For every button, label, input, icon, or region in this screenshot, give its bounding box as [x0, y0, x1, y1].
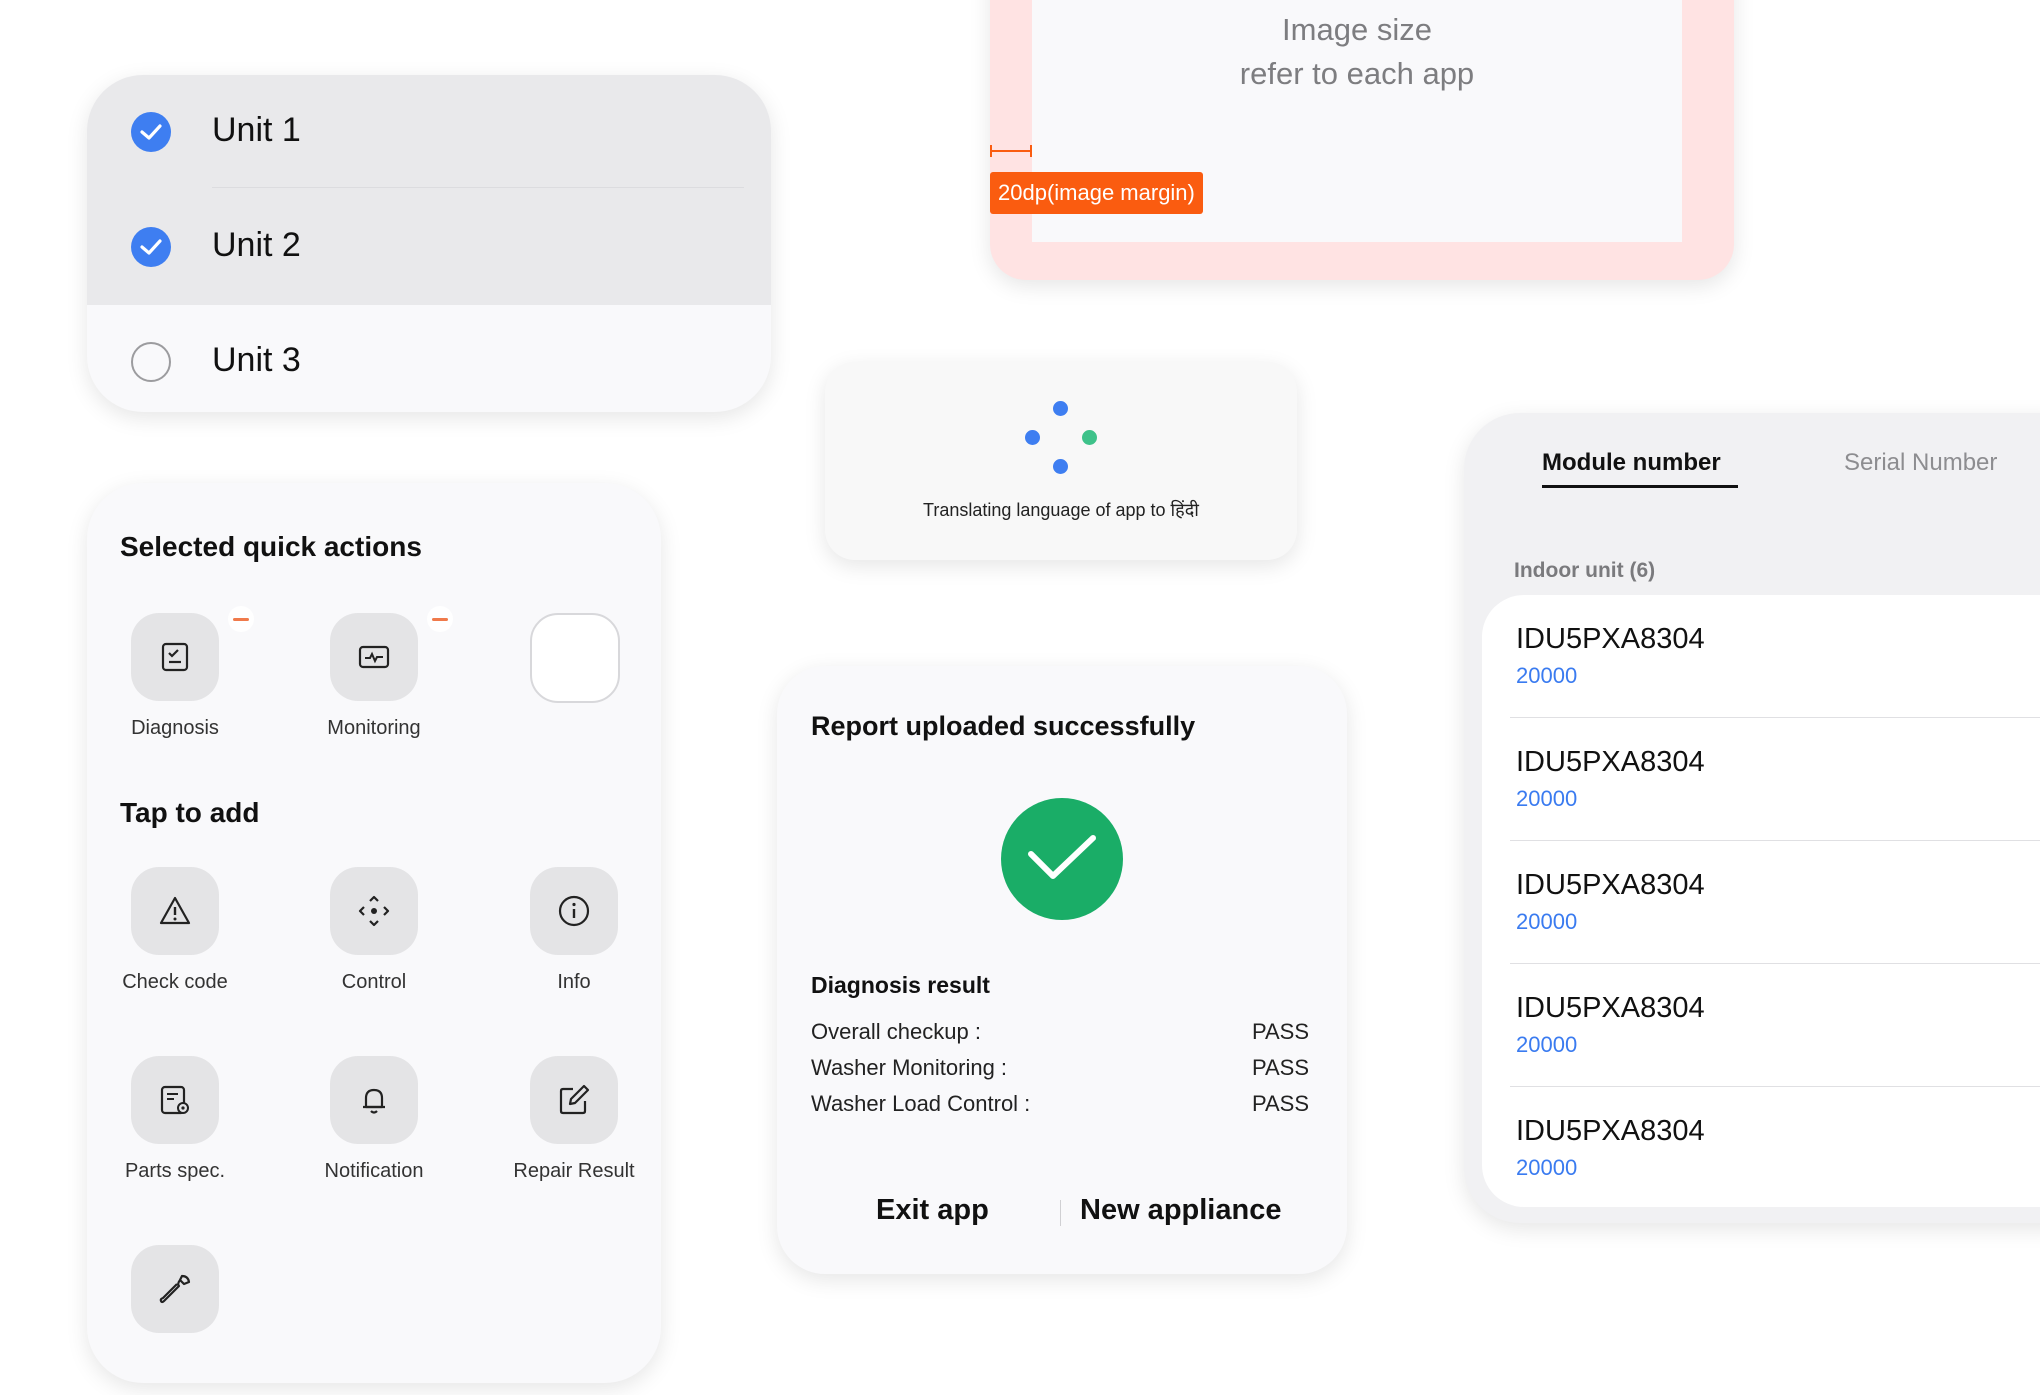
result-row: Overall checkup : PASS — [811, 1019, 1309, 1045]
diagnosis-result-title: Diagnosis result — [811, 972, 990, 998]
result-label: Washer Monitoring : — [811, 1055, 1008, 1080]
diagnosis-icon[interactable] — [131, 613, 219, 701]
remove-icon[interactable] — [228, 606, 254, 632]
loader-dot — [1053, 401, 1068, 416]
list-item[interactable]: IDU5PXA8304 20000 — [1482, 841, 2040, 964]
quick-action-check-code[interactable]: Check code — [88, 867, 268, 1017]
success-check-icon — [1001, 798, 1123, 920]
module-value: 20000 — [1516, 1032, 1578, 1057]
quick-action-control[interactable]: Control — [287, 867, 467, 1017]
empty-slot[interactable] — [530, 613, 620, 703]
unit-row-1[interactable]: Unit 1 — [87, 75, 771, 190]
module-name: IDU5PXA8304 — [1516, 1115, 1705, 1147]
module-list: IDU5PXA8304 20000 IDU5PXA8304 20000 IDU5… — [1482, 595, 2040, 1207]
remove-icon[interactable] — [427, 606, 453, 632]
list-item[interactable]: IDU5PXA8304 20000 — [1482, 964, 2040, 1087]
monitoring-icon[interactable] — [330, 613, 418, 701]
quick-action-monitoring[interactable]: Monitoring — [287, 606, 467, 763]
active-tab-indicator — [1542, 485, 1738, 488]
module-value: 20000 — [1516, 663, 1578, 688]
unit-row-3[interactable]: Unit 3 — [87, 305, 771, 412]
image-area-spec: Image size refer to each app 20dp(image … — [990, 0, 1734, 280]
image-size-line: refer to each app — [1239, 56, 1475, 91]
quick-action-label: Notification — [324, 1160, 424, 1182]
tap-to-add-heading: Tap to add — [120, 797, 260, 828]
report-dialog: Report uploaded successfully Diagnosis r… — [777, 666, 1347, 1274]
list-item[interactable]: IDU5PXA8304 20000 — [1482, 595, 2040, 718]
translating-message: Translating language of app to हिंदी — [923, 500, 1199, 520]
unit-selection-list: Unit 1 Unit 2 Unit 3 — [87, 75, 771, 412]
warning-icon[interactable] — [131, 867, 219, 955]
translating-dialog: Translating language of app to हिंदी — [825, 362, 1297, 560]
list-item[interactable]: IDU5PXA8304 20000 — [1482, 1087, 2040, 1210]
quick-actions-panel: Selected quick actions Diagnosis Monitor… — [87, 483, 661, 1383]
image-size-line: Image size — [1282, 12, 1432, 47]
loader-dot — [1025, 430, 1040, 445]
result-value: PASS — [1251, 1055, 1309, 1080]
unit-row-2[interactable]: Unit 2 — [87, 190, 771, 305]
section-label: Indoor unit (6) — [1514, 559, 1656, 582]
module-name: IDU5PXA8304 — [1516, 992, 1705, 1024]
report-title: Report uploaded successfully — [811, 711, 1196, 741]
module-value: 20000 — [1516, 786, 1578, 811]
quick-action-label: Diagnosis — [131, 717, 219, 739]
quick-action-label: Repair Result — [513, 1160, 635, 1182]
module-name: IDU5PXA8304 — [1516, 869, 1705, 901]
tab-module-number[interactable]: Module number — [1542, 449, 1721, 477]
result-label: Overall checkup : — [811, 1019, 981, 1044]
quick-action-label: Monitoring — [327, 717, 421, 739]
quick-action-parts-spec[interactable]: Parts spec. — [88, 1056, 268, 1206]
exit-app-button[interactable]: Exit app — [876, 1194, 989, 1227]
unit-label: Unit 2 — [212, 226, 301, 264]
quick-action-label: Control — [341, 971, 407, 993]
checkbox-unchecked-icon[interactable] — [131, 342, 171, 382]
edit-icon[interactable] — [530, 1056, 618, 1144]
margin-ruler — [990, 145, 1032, 157]
tab-serial-number[interactable]: Serial Number — [1844, 449, 1997, 477]
divider — [212, 187, 744, 188]
result-value: PASS — [1251, 1019, 1309, 1044]
result-row: Washer Load Control : PASS — [811, 1091, 1309, 1117]
quick-action-info[interactable]: Info — [487, 867, 667, 1017]
module-value: 20000 — [1516, 1155, 1578, 1180]
module-value: 20000 — [1516, 909, 1578, 934]
parts-spec-icon[interactable] — [131, 1056, 219, 1144]
loader-dot — [1082, 430, 1097, 445]
loader-dot — [1053, 459, 1068, 474]
result-value: PASS — [1251, 1091, 1309, 1116]
selected-quick-actions-heading: Selected quick actions — [120, 531, 422, 562]
quick-action-notification[interactable]: Notification — [287, 1056, 467, 1206]
checkbox-checked-icon[interactable] — [131, 112, 171, 152]
image-size-note: Image size refer to each app — [1032, 8, 1682, 96]
info-icon[interactable] — [530, 867, 618, 955]
quick-action-empty-slot[interactable] — [487, 613, 667, 763]
module-name: IDU5PXA8304 — [1516, 623, 1705, 655]
module-list-panel: Module number Serial Number Indoor unit … — [1464, 413, 2040, 1223]
control-icon[interactable] — [330, 867, 418, 955]
unit-label: Unit 1 — [212, 111, 301, 149]
quick-action-tools[interactable] — [88, 1245, 268, 1395]
unit-label: Unit 3 — [212, 341, 301, 379]
quick-action-diagnosis[interactable]: Diagnosis — [88, 606, 268, 763]
result-row: Washer Monitoring : PASS — [811, 1055, 1309, 1081]
result-label: Washer Load Control : — [811, 1091, 1031, 1116]
module-name: IDU5PXA8304 — [1516, 746, 1705, 778]
quick-action-label: Check code — [122, 971, 228, 993]
image-margin-tag: 20dp(image margin) — [990, 172, 1203, 214]
quick-action-label: Info — [557, 971, 591, 993]
quick-action-repair-result[interactable]: Repair Result — [487, 1056, 667, 1206]
bell-icon[interactable] — [330, 1056, 418, 1144]
quick-action-label: Parts spec. — [124, 1160, 226, 1182]
wrench-icon[interactable] — [131, 1245, 219, 1333]
checkbox-checked-icon[interactable] — [131, 227, 171, 267]
list-item[interactable]: IDU5PXA8304 20000 — [1482, 718, 2040, 841]
new-appliance-button[interactable]: New appliance — [1080, 1194, 1281, 1227]
button-divider — [1060, 1200, 1061, 1226]
